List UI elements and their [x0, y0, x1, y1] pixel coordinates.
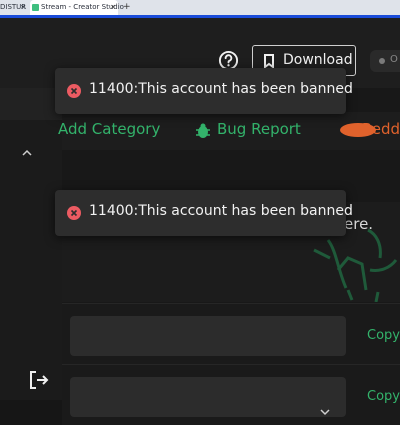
toast-message: 11400:This account has been banned [89, 81, 353, 97]
new-tab-button[interactable]: + [123, 0, 131, 15]
bug-icon [196, 123, 210, 138]
sidebar [0, 88, 62, 400]
toast-message: 11400:This account has been banned [89, 203, 353, 219]
add-category-link[interactable]: Add Category [58, 120, 160, 138]
close-tab-icon[interactable]: × [110, 0, 116, 15]
list-item: Copy [62, 303, 400, 364]
copy-button[interactable]: Copy [367, 328, 400, 343]
status-pill[interactable]: O [370, 50, 400, 72]
status-dot-icon [379, 58, 385, 64]
text-field[interactable] [70, 316, 346, 356]
list-item: Copy [62, 364, 400, 425]
close-tab-icon[interactable]: × [20, 0, 26, 15]
error-icon [67, 206, 81, 220]
sidebar-header [0, 88, 62, 120]
bug-report-link[interactable]: Bug Report [195, 120, 301, 138]
browser-tab-bar: DISTUR × Stream - Creator Studio × + [0, 0, 400, 15]
error-icon [67, 84, 81, 98]
reddit-icon [340, 123, 376, 137]
browser-tab-active[interactable]: Stream - Creator Studio × [30, 0, 124, 15]
error-toast: 11400:This account has been banned [55, 190, 353, 236]
bookmark-icon [264, 54, 274, 68]
copy-button[interactable]: Copy [367, 389, 400, 404]
error-toast: 11400:This account has been banned [55, 68, 353, 114]
select-field[interactable] [70, 377, 346, 417]
download-label: Download [283, 52, 353, 68]
logout-icon[interactable] [28, 369, 50, 391]
stream-logo-icon [32, 3, 39, 11]
chevron-down-icon [320, 409, 330, 416]
chevron-up-icon[interactable] [20, 148, 34, 158]
reddit-link[interactable]: Redd [340, 120, 400, 138]
status-label: O [390, 54, 398, 65]
